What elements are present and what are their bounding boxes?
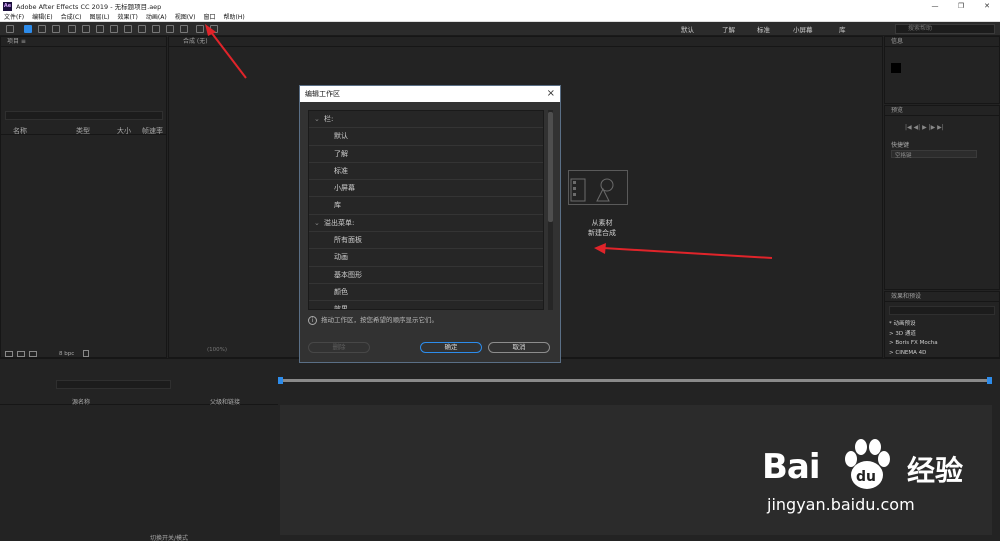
arrowhead-window-menu: [205, 24, 216, 36]
watermark-jingyan: 经验: [907, 454, 964, 487]
arrowhead-composition: [594, 243, 606, 254]
watermark-url: jingyan.baidu.com: [767, 495, 915, 514]
baidu-paw-logo: du: [845, 439, 890, 489]
watermark-brand2: du: [856, 469, 876, 485]
baidu-jingyan-watermark: Bai du 经验 jingyan.baidu.com: [762, 435, 1000, 520]
arrow-to-composition: [602, 247, 773, 259]
watermark-brand: Bai: [762, 447, 821, 487]
arrow-to-window-menu: [210, 31, 247, 79]
